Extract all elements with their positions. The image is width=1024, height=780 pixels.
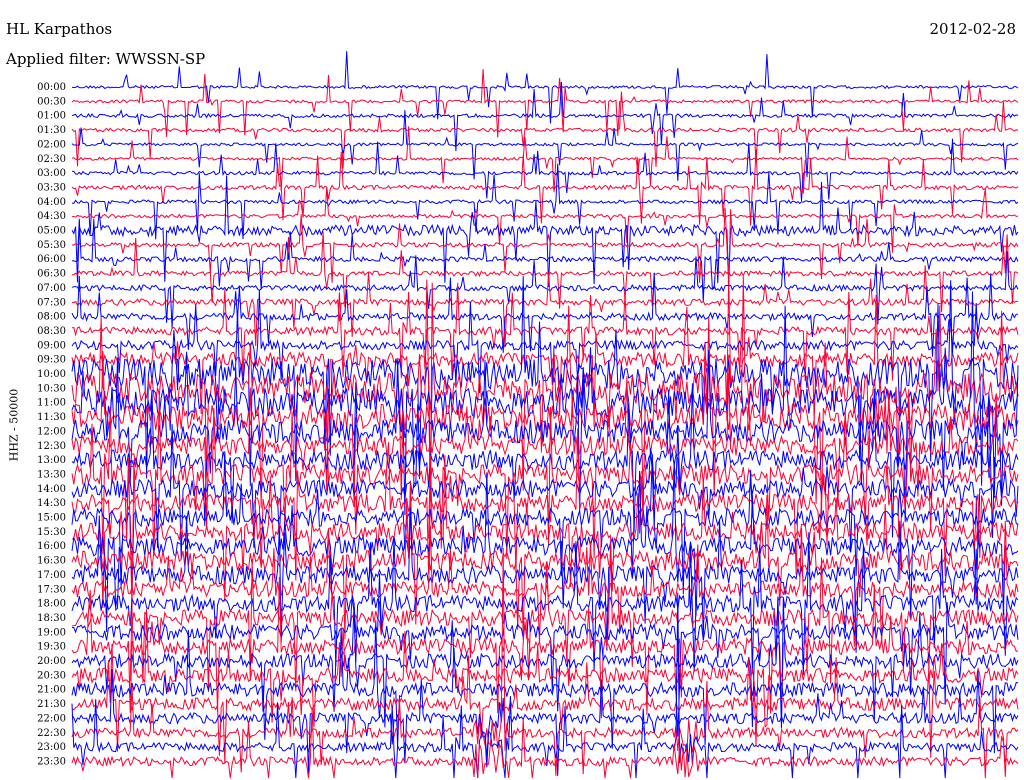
row-label: 16:30	[37, 556, 66, 567]
trace-line	[71, 110, 1019, 181]
trace-line	[71, 126, 1019, 194]
row-label: 14:30	[37, 498, 66, 509]
row-label: 09:00	[37, 340, 66, 351]
row-label: 10:30	[37, 383, 66, 394]
row-labels: 00:00 00:30 01:00 01:30 02:00 02:30 03:00 03:30…	[37, 82, 66, 767]
row-label: 15:30	[37, 527, 66, 538]
row-label: 03:00	[37, 168, 66, 179]
row-label: 05:00	[37, 226, 66, 237]
traces	[71, 51, 1019, 779]
row-label: 18:30	[37, 613, 66, 624]
row-label: 20:00	[37, 656, 66, 667]
row-label: 06:30	[37, 269, 66, 280]
trace-line	[71, 707, 1019, 779]
row-label: 08:30	[37, 326, 66, 337]
trace-line	[72, 138, 1019, 202]
row-label: 04:30	[37, 211, 66, 222]
trace-line	[71, 81, 1019, 152]
row-label: 09:30	[37, 355, 66, 366]
trace-line	[71, 668, 1019, 776]
row-label: 16:00	[37, 541, 66, 552]
row-label: 20:30	[37, 670, 66, 681]
row-label: 03:30	[37, 182, 66, 193]
row-label: 22:30	[37, 728, 66, 739]
row-label: 21:30	[37, 699, 66, 710]
row-label: 19:30	[37, 642, 66, 653]
row-label: 15:00	[37, 513, 66, 524]
trace-line	[71, 91, 1019, 169]
row-label: 23:30	[37, 756, 66, 767]
row-label: 23:00	[37, 742, 66, 753]
row-label: 02:30	[37, 154, 66, 165]
row-label: 00:30	[37, 96, 66, 107]
row-label: 01:00	[37, 111, 66, 122]
trace-line	[71, 389, 1019, 559]
row-label: 17:00	[37, 570, 66, 581]
row-label: 01:30	[37, 125, 66, 136]
helicorder-plot: 00:00 00:30 01:00 01:30 02:00 02:30 03:00 03:30…	[37, 51, 1019, 779]
row-label: 02:00	[37, 139, 66, 150]
trace-line	[71, 163, 1019, 240]
row-label: 14:00	[37, 484, 66, 495]
trace-line	[71, 592, 1019, 779]
row-label: 10:00	[37, 369, 66, 380]
row-label: 13:00	[37, 455, 66, 466]
trace-line	[72, 51, 1019, 124]
row-label: 13:30	[37, 469, 66, 480]
row-label: 11:00	[37, 398, 66, 409]
row-label: 04:00	[37, 197, 66, 208]
row-label: 00:00	[37, 82, 66, 93]
row-label: 08:00	[37, 312, 66, 323]
row-label: 07:00	[37, 283, 66, 294]
row-label: 12:30	[37, 441, 66, 452]
row-label: 11:30	[37, 412, 66, 423]
row-label: 17:30	[37, 584, 66, 595]
row-label: 22:00	[37, 713, 66, 724]
row-label: 21:00	[37, 685, 66, 696]
row-label: 12:00	[37, 426, 66, 437]
trace-line	[71, 596, 1019, 729]
row-label: 05:30	[37, 240, 66, 251]
trace-line	[71, 69, 1019, 138]
row-label: 18:00	[37, 599, 66, 610]
row-label: 06:00	[37, 254, 66, 265]
row-label: 19:00	[37, 627, 66, 638]
row-label: 07:30	[37, 297, 66, 308]
